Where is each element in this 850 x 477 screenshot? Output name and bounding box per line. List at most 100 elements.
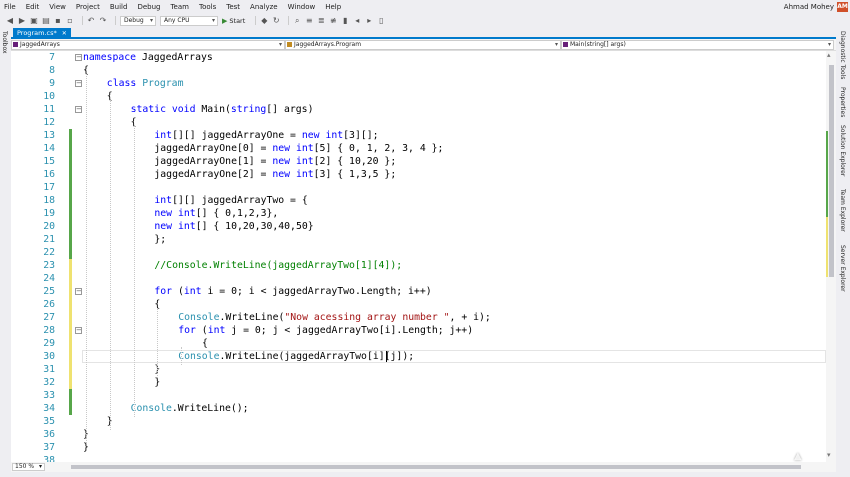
solution-explorer-tab[interactable]: Solution Explorer — [839, 125, 846, 176]
code-token: } — [154, 377, 161, 388]
avatar[interactable]: AM — [837, 2, 848, 12]
code-token: int — [154, 195, 173, 206]
code-line[interactable]: { — [202, 337, 208, 350]
bookmark-icon[interactable]: ▮ — [341, 16, 349, 25]
saved-change-bar — [69, 194, 72, 207]
unsaved-change-bar — [69, 324, 72, 337]
unsaved-change-bar — [69, 272, 72, 285]
menu-edit[interactable]: Edit — [26, 0, 40, 14]
find-icon[interactable]: ⌕ — [293, 16, 301, 25]
saved-change-bar — [69, 129, 72, 142]
server-explorer-tab[interactable]: Server Explorer — [839, 245, 846, 292]
code-token: .WriteLine(jaggedArrayTwo[i][j]); — [219, 351, 415, 362]
line-number: 22 — [43, 247, 55, 258]
code-line[interactable]: //Console.WriteLine(jaggedArrayTwo[1][4]… — [154, 259, 402, 272]
redo-icon[interactable]: ↷ — [99, 16, 107, 25]
code-token: Main( — [201, 104, 231, 115]
horizontal-scrollbar[interactable] — [61, 464, 831, 470]
scroll-up-icon[interactable]: ▴ — [827, 51, 831, 59]
collapse-icon[interactable]: − — [75, 327, 82, 334]
menu-analyze[interactable]: Analyze — [250, 0, 278, 14]
menu-window[interactable]: Window — [288, 0, 316, 14]
code-line[interactable]: jaggedArrayOne[2] = new int[3] { 1,3,5 }… — [154, 168, 396, 181]
code-line[interactable]: new int[] { 0,1,2,3}, — [154, 207, 278, 220]
line-number: 31 — [43, 364, 55, 375]
code-line[interactable]: class Program — [107, 77, 184, 90]
code-line[interactable]: namespace JaggedArrays — [83, 51, 213, 64]
browser-link-icon[interactable]: ◆ — [260, 16, 268, 25]
user-name[interactable]: Ahmad Mohey — [784, 0, 834, 14]
uncomment-icon[interactable]: ≢ — [329, 16, 337, 25]
indent-guide — [86, 74, 87, 443]
code-token: jaggedArrayOne[2] = — [154, 169, 273, 180]
undo-icon[interactable]: ↶ — [87, 16, 95, 25]
tab-program-cs[interactable]: Program.cs* ✕ — [13, 28, 71, 39]
zoom-select[interactable]: 150 % — [12, 463, 46, 471]
outline-icon[interactable]: ≡ — [305, 16, 313, 25]
save-all-icon[interactable]: ▫ — [66, 16, 74, 25]
code-token: [3] { 1,3,5 }; — [313, 169, 397, 180]
code-editor[interactable]: 7− namespace JaggedArrays 8{9− class Progra… — [11, 51, 826, 466]
code-token: class — [106, 78, 143, 89]
code-line[interactable]: static void Main(string[] args) — [131, 103, 314, 116]
clear-bookmarks-icon[interactable]: ▯ — [377, 16, 385, 25]
refresh-icon[interactable]: ↻ — [272, 16, 280, 25]
menu-test[interactable]: Test — [226, 0, 240, 14]
close-icon[interactable]: ✕ — [62, 28, 67, 39]
collapse-icon[interactable]: − — [75, 106, 82, 113]
code-line[interactable]: }; — [154, 233, 166, 246]
toolbox-tab[interactable]: Toolbox — [1, 31, 8, 54]
code-token: JaggedArrays — [141, 52, 213, 63]
platform-select[interactable]: Any CPU — [160, 15, 218, 26]
scrollbar-thumb[interactable] — [829, 65, 834, 277]
open-icon[interactable]: ▤ — [42, 16, 50, 25]
diagnostic-tools-tab[interactable]: Diagnostic Tools — [839, 31, 846, 79]
code-line[interactable]: for (int j = 0; j < jaggedArrayTwo[i].Le… — [178, 324, 473, 337]
project-dropdown[interactable]: JaggedArrays — [11, 40, 285, 50]
scroll-down-icon[interactable]: ▾ — [827, 451, 831, 459]
code-token: int — [183, 286, 208, 297]
code-line[interactable]: new int[] { 10,20,30,40,50} — [154, 220, 313, 233]
menu-project[interactable]: Project — [76, 0, 100, 14]
code-token: new — [301, 130, 326, 141]
code-line[interactable]: Console.WriteLine("Now acessing array nu… — [178, 311, 491, 324]
properties-tab[interactable]: Properties — [839, 87, 846, 117]
code-token: int — [325, 130, 344, 141]
code-line[interactable]: int[][] jaggedArrayOne = new int[3][]; — [154, 129, 378, 142]
menu-help[interactable]: Help — [325, 0, 341, 14]
prev-bookmark-icon[interactable]: ◂ — [353, 16, 361, 25]
menu-view[interactable]: View — [49, 0, 66, 14]
solution-config-select[interactable]: Debug — [120, 15, 156, 26]
comment-icon[interactable]: ≣ — [317, 16, 325, 25]
team-explorer-tab[interactable]: Team Explorer — [839, 189, 846, 232]
new-project-icon[interactable]: ▣ — [30, 16, 38, 25]
code-line[interactable]: Console.WriteLine(jaggedArrayTwo[i][j]); — [178, 350, 414, 363]
forward-icon[interactable]: ▶ — [18, 16, 26, 25]
line-number: 17 — [43, 182, 55, 193]
line-number: 35 — [43, 416, 55, 427]
line-number: 27 — [43, 312, 55, 323]
menu-team[interactable]: Team — [170, 0, 189, 14]
saved-change-bar — [69, 168, 72, 181]
code-token: [] { 10,20,30,40,50} — [195, 221, 314, 232]
vertical-scrollbar[interactable]: ▴ ▾ — [826, 51, 836, 462]
horizontal-scrollbar-thumb[interactable] — [71, 465, 801, 469]
menu-debug[interactable]: Debug — [137, 0, 160, 14]
code-line[interactable]: Console.WriteLine(); — [131, 402, 249, 415]
start-button[interactable]: ▶ Start — [222, 17, 245, 25]
next-bookmark-icon[interactable]: ▸ — [365, 16, 373, 25]
code-line[interactable]: int[][] jaggedArrayTwo = { — [154, 194, 307, 207]
class-dropdown[interactable]: JaggedArrays.Program — [285, 40, 561, 50]
collapse-icon[interactable]: − — [75, 80, 82, 87]
menu-build[interactable]: Build — [110, 0, 128, 14]
collapse-icon[interactable]: − — [75, 288, 82, 295]
back-icon[interactable]: ◀ — [6, 16, 14, 25]
menu-tools[interactable]: Tools — [199, 0, 216, 14]
collapse-icon[interactable]: − — [75, 54, 82, 61]
save-icon[interactable]: ▪ — [54, 16, 62, 25]
member-dropdown[interactable]: Main(string[] args) — [561, 40, 834, 50]
code-line[interactable]: jaggedArrayOne[1] = new int[2] { 10,20 }… — [154, 155, 396, 168]
menu-file[interactable]: File — [4, 0, 16, 14]
code-line[interactable]: for (int i = 0; i < jaggedArrayTwo.Lengt… — [154, 285, 431, 298]
code-line[interactable]: jaggedArrayOne[0] = new int[5] { 0, 1, 2… — [154, 142, 443, 155]
